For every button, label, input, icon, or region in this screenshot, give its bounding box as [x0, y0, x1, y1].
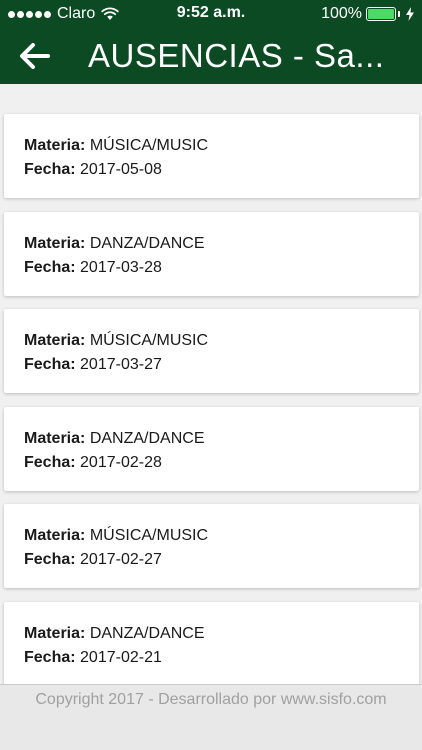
fecha-label: Fecha: — [24, 649, 76, 666]
materia-label: Materia: — [24, 235, 86, 252]
absence-card[interactable]: Materia: MÚSICA/MUSIC Fecha: 2017-02-27 — [4, 504, 419, 588]
fecha-value: 2017-02-27 — [80, 551, 162, 568]
battery-icon — [366, 7, 396, 21]
materia-label: Materia: — [24, 332, 86, 349]
page-title: AUSENCIAS - Sa... — [88, 37, 385, 74]
fecha-label: Fecha: — [24, 356, 76, 373]
materia-line: Materia: MÚSICA/MUSIC — [24, 329, 419, 353]
materia-value: MÚSICA/MUSIC — [89, 137, 209, 154]
materia-value: MÚSICA/MUSIC — [89, 527, 209, 544]
fecha-line: Fecha: 2017-02-28 — [24, 451, 419, 475]
status-bar: Claro 9:52 a.m. 100% — [0, 0, 422, 28]
absence-card[interactable]: Materia: MÚSICA/MUSIC Fecha: 2017-05-08 — [4, 114, 419, 198]
materia-line: Materia: DANZA/DANCE — [24, 427, 419, 451]
absence-card[interactable]: Materia: DANZA/DANCE Fecha: 2017-03-28 — [4, 212, 419, 296]
fecha-label: Fecha: — [24, 259, 76, 276]
absence-card[interactable]: Materia: MÚSICA/MUSIC Fecha: 2017-03-27 — [4, 309, 419, 393]
materia-value: DANZA/DANCE — [89, 430, 205, 447]
status-bar-right: 100% — [321, 5, 414, 23]
footer-copyright: Copyright 2017 - Desarrollado por www.si… — [35, 691, 387, 708]
materia-label: Materia: — [24, 625, 86, 642]
fecha-label: Fecha: — [24, 454, 76, 471]
fecha-line: Fecha: 2017-02-27 — [24, 548, 419, 572]
footer: Copyright 2017 - Desarrollado por www.si… — [0, 684, 422, 750]
fecha-value: 2017-02-21 — [80, 649, 162, 666]
materia-label: Materia: — [24, 527, 86, 544]
materia-line: Materia: MÚSICA/MUSIC — [24, 134, 419, 158]
materia-label: Materia: — [24, 430, 86, 447]
battery-percent: 100% — [321, 5, 362, 22]
fecha-value: 2017-05-08 — [80, 161, 162, 178]
arrow-left-icon[interactable] — [20, 43, 50, 69]
fecha-label: Fecha: — [24, 161, 76, 178]
materia-value: DANZA/DANCE — [89, 235, 205, 252]
fecha-line: Fecha: 2017-03-27 — [24, 353, 419, 377]
materia-line: Materia: DANZA/DANCE — [24, 232, 419, 256]
battery-fill — [368, 9, 394, 19]
battery-tip — [398, 11, 400, 17]
absence-card[interactable]: Materia: DANZA/DANCE Fecha: 2017-02-21 — [4, 602, 419, 684]
materia-line: Materia: DANZA/DANCE — [24, 622, 419, 646]
fecha-line: Fecha: 2017-05-08 — [24, 158, 419, 182]
fecha-line: Fecha: 2017-03-28 — [24, 256, 419, 280]
bolt-icon — [406, 7, 414, 21]
materia-value: DANZA/DANCE — [89, 625, 205, 642]
materia-value: MÚSICA/MUSIC — [89, 332, 209, 349]
materia-label: Materia: — [24, 137, 86, 154]
absence-list[interactable]: Materia: MÚSICA/MUSIC Fecha: 2017-05-08 Ma… — [0, 84, 422, 684]
fecha-value: 2017-03-28 — [80, 259, 162, 276]
app-screen: Claro 9:52 a.m. 100% AUSENCIAS - Sa... M… — [0, 0, 422, 750]
absence-card[interactable]: Materia: DANZA/DANCE Fecha: 2017-02-28 — [4, 407, 419, 491]
app-header: AUSENCIAS - Sa... — [0, 28, 422, 84]
materia-line: Materia: MÚSICA/MUSIC — [24, 524, 419, 548]
fecha-label: Fecha: — [24, 551, 76, 568]
fecha-value: 2017-03-27 — [80, 356, 162, 373]
fecha-line: Fecha: 2017-02-21 — [24, 646, 419, 670]
fecha-value: 2017-02-28 — [80, 454, 162, 471]
